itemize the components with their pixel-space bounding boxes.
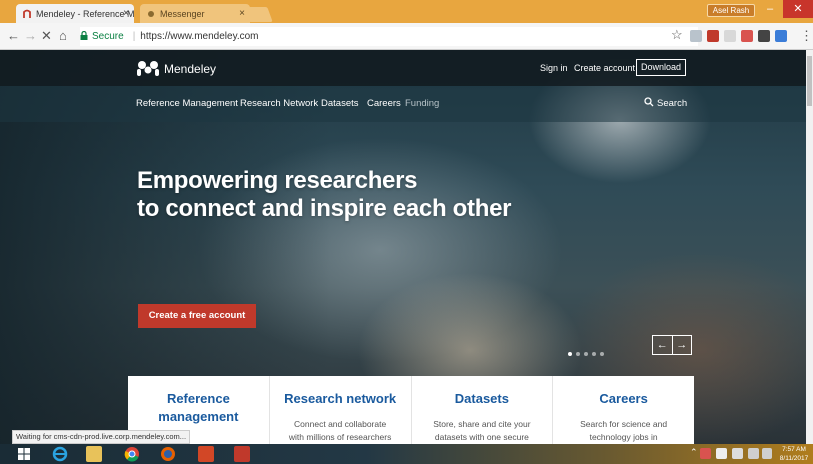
search-icon xyxy=(644,97,654,107)
scrollbar-thumb[interactable] xyxy=(807,56,812,106)
tab-close-icon[interactable]: × xyxy=(123,8,129,19)
file-explorer-icon[interactable] xyxy=(86,446,102,462)
site-nav: Reference Management Research Network Da… xyxy=(0,86,806,122)
carousel-dot[interactable] xyxy=(568,352,572,356)
volume-icon[interactable] xyxy=(762,448,772,459)
status-bubble: Waiting for cms-cdn-prod.live.corp.mende… xyxy=(12,430,191,444)
carousel-prev-button[interactable]: ← xyxy=(653,336,673,354)
hero-heading-line2: to connect and inspire each other xyxy=(137,195,512,222)
carousel-next-button[interactable]: → xyxy=(673,336,692,354)
card-title: Reference management xyxy=(158,391,239,424)
feature-cards: Reference management Research network Con… xyxy=(128,376,694,444)
create-account-link[interactable]: Create account xyxy=(574,63,635,73)
site-logo-text[interactable]: Mendeley xyxy=(164,62,216,76)
card-datasets[interactable]: Datasets Store, share and cite your datas… xyxy=(412,376,554,444)
nav-reference-management[interactable]: Reference Management xyxy=(136,98,238,109)
nav-funding[interactable]: Funding xyxy=(405,98,439,109)
extension-icon[interactable] xyxy=(724,30,736,42)
acrobat-icon[interactable] xyxy=(234,446,250,462)
card-title: Datasets xyxy=(454,391,509,406)
lock-icon xyxy=(80,30,88,43)
browser-toolbar: ← → ✕ ⌂ Secure | https://www.mendeley.co… xyxy=(0,23,813,50)
url-text: https://www.mendeley.com xyxy=(140,31,259,42)
download-button[interactable]: Download xyxy=(636,59,686,76)
extension-icon[interactable] xyxy=(775,30,787,42)
clock-time: 7:57 AM xyxy=(782,446,806,453)
tab-messenger[interactable]: Messenger × xyxy=(140,4,250,23)
extension-icon[interactable] xyxy=(758,30,770,42)
powerpoint-icon[interactable] xyxy=(198,446,214,462)
messenger-favicon-icon xyxy=(146,9,156,19)
site-header: Mendeley Sign in Create account Download xyxy=(0,50,806,86)
tab-label: Messenger xyxy=(160,8,205,19)
carousel-arrows: ← → xyxy=(652,335,692,355)
card-description: Connect and collaborate with millions of … xyxy=(288,419,392,442)
taskbar-clock[interactable]: 7:57 AM 8/11/2017 xyxy=(776,445,812,463)
extension-icon[interactable] xyxy=(707,30,719,42)
new-tab-button[interactable] xyxy=(243,7,273,22)
internet-explorer-icon[interactable] xyxy=(52,446,68,462)
address-bar[interactable]: Secure | https://www.mendeley.com xyxy=(80,27,698,46)
nav-careers[interactable]: Careers xyxy=(367,98,401,109)
card-title: Careers xyxy=(599,391,648,406)
windows-start-icon[interactable] xyxy=(16,446,32,462)
mendeley-logo-icon[interactable] xyxy=(135,59,161,77)
tab-label: Mendeley - Reference M xyxy=(36,8,134,19)
create-free-account-button[interactable]: Create a free account xyxy=(138,304,256,328)
windows-taskbar: ⌃ 7:57 AM 8/11/2017 xyxy=(0,444,813,464)
secure-label: Secure xyxy=(92,31,124,42)
tab-mendeley[interactable]: Mendeley - Reference M × xyxy=(16,4,134,23)
tray-app-icon[interactable] xyxy=(700,448,711,459)
wifi-icon[interactable] xyxy=(748,448,759,459)
card-title: Research network xyxy=(284,391,397,406)
carousel-dot[interactable] xyxy=(584,352,588,356)
card-research-network[interactable]: Research network Connect and collaborate… xyxy=(270,376,412,444)
bookmark-star-icon[interactable]: ☆ xyxy=(671,27,683,43)
tray-expand-icon[interactable]: ⌃ xyxy=(690,447,698,458)
card-description: Store, share and cite your datasets with … xyxy=(433,419,531,442)
browser-tab-strip: Mendeley - Reference M × Messenger × Ase… xyxy=(0,0,813,23)
extension-icon[interactable] xyxy=(690,30,702,42)
carousel-dot[interactable] xyxy=(576,352,580,356)
tray-flag-icon[interactable] xyxy=(716,448,727,459)
back-icon[interactable]: ← xyxy=(7,28,20,43)
mendeley-favicon-icon xyxy=(22,9,32,19)
hero-heading-line1: Empowering researchers xyxy=(137,167,418,194)
tray-network-icon[interactable] xyxy=(732,448,743,459)
close-window-button[interactable]: ✕ xyxy=(783,0,813,18)
forward-icon[interactable]: → xyxy=(24,28,37,43)
profile-button[interactable]: Asel Rash xyxy=(707,4,755,17)
carousel-dot[interactable] xyxy=(592,352,596,356)
clock-date: 8/11/2017 xyxy=(779,455,809,462)
extension-icon[interactable] xyxy=(741,30,753,42)
nav-research-network[interactable]: Research Network xyxy=(240,98,318,109)
home-icon[interactable]: ⌂ xyxy=(59,28,67,43)
chrome-menu-icon[interactable]: ⋮ xyxy=(800,28,813,44)
firefox-icon[interactable] xyxy=(160,446,176,462)
search-button[interactable]: Search xyxy=(644,97,687,109)
carousel-dots xyxy=(568,343,608,361)
hero-heading: Empowering researchers to connect and in… xyxy=(137,167,511,223)
nav-datasets[interactable]: Datasets xyxy=(321,98,359,109)
card-description: Search for science and technology jobs in xyxy=(580,419,668,442)
card-careers[interactable]: Careers Search for science and technology… xyxy=(553,376,694,444)
search-label: Search xyxy=(657,98,688,109)
page-scrollbar[interactable] xyxy=(806,50,813,444)
carousel-dot[interactable] xyxy=(600,352,604,356)
reload-icon[interactable]: ✕ xyxy=(41,28,52,44)
screen: Mendeley - Reference M × Messenger × Ase… xyxy=(0,0,813,464)
chrome-icon[interactable] xyxy=(124,446,140,462)
url-separator: | xyxy=(132,31,136,42)
mendeley-page: Mendeley Sign in Create account Download… xyxy=(0,50,806,444)
sign-in-link[interactable]: Sign in xyxy=(540,63,568,73)
